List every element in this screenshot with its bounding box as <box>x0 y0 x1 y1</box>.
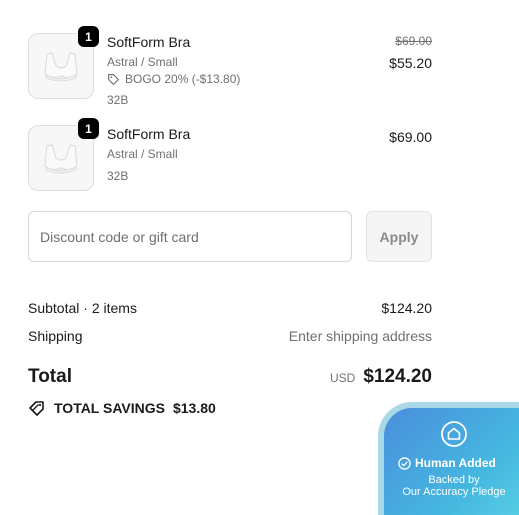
subtotal-value: $124.20 <box>381 300 432 316</box>
human-added-label: Human Added <box>415 456 496 470</box>
shipping-value: Enter shipping address <box>288 328 432 344</box>
shipping-label: Shipping <box>28 328 83 344</box>
original-price: $69.00 <box>395 34 432 48</box>
discount-text: BOGO 20% (-$13.80) <box>125 72 241 86</box>
quantity-badge: 1 <box>78 26 99 47</box>
product-price: $55.20 <box>389 55 432 71</box>
product-size: 32B <box>107 93 129 107</box>
quantity-badge: 1 <box>78 118 99 139</box>
product-price: $69.00 <box>389 129 432 145</box>
discount-line: BOGO 20% (-$13.80) <box>107 72 240 86</box>
badge-line-2: Our Accuracy Pledge <box>402 486 506 498</box>
tag-icon <box>108 73 119 85</box>
product-variant: Astral / Small <box>107 55 178 69</box>
total-label: Total <box>28 366 72 387</box>
savings-value: $13.80 <box>172 400 216 416</box>
product-name: SoftForm Bra <box>107 34 191 50</box>
check-circle-icon <box>398 456 411 470</box>
product-name: SoftForm Bra <box>107 126 191 142</box>
shipping-row: Shipping Enter shipping address <box>28 328 432 344</box>
tag-icon <box>29 401 44 416</box>
total-savings: TOTAL SAVINGS $13.80 <box>28 399 216 417</box>
currency-code: USD <box>329 371 356 385</box>
total-value: $124.20 <box>363 366 432 387</box>
product-variant: Astral / Small <box>107 147 178 161</box>
discount-code-input[interactable] <box>28 211 352 262</box>
subtotal-row: Subtotal · 2 items $124.20 <box>28 300 432 316</box>
bra-icon <box>44 52 78 82</box>
shield-home-icon <box>441 421 467 447</box>
trust-badge[interactable]: Human Added Backed by Our Accuracy Pledg… <box>378 402 519 515</box>
discount-form: Apply <box>28 211 432 262</box>
line-item: 1 SoftForm Bra Astral / Small 32B $69.00 <box>28 118 432 201</box>
apply-button[interactable]: Apply <box>366 211 432 262</box>
subtotal-label: Subtotal · 2 items <box>28 300 137 316</box>
line-item: 1 SoftForm Bra Astral / Small BOGO 20% (… <box>28 26 432 109</box>
badge-line-1: Backed by <box>428 474 480 486</box>
human-added: Human Added <box>398 456 496 470</box>
savings-label: TOTAL SAVINGS <box>54 400 165 416</box>
product-size: 32B <box>107 169 129 183</box>
total-row: Total USD $124.20 <box>28 366 432 388</box>
trust-badge-panel: Human Added Backed by Our Accuracy Pledg… <box>384 408 519 515</box>
bra-icon <box>44 144 78 174</box>
